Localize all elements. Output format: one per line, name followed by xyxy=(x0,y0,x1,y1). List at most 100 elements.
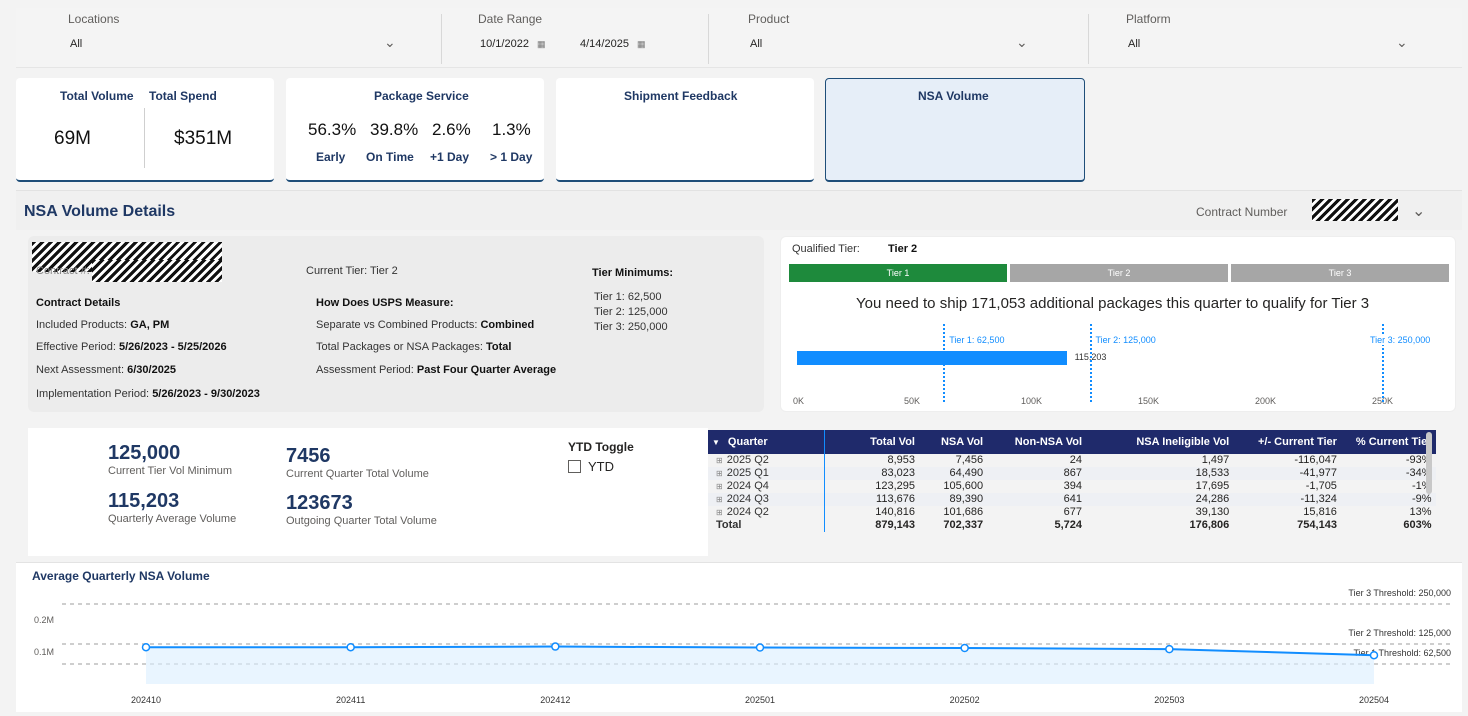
axis-tick-label: 100K xyxy=(1021,396,1043,406)
over-one-day-pct: 1.3% xyxy=(492,120,531,139)
table-row[interactable]: ⊞ 2024 Q4 123,295 105,600 394 17,695 -1,705 -1… xyxy=(708,480,1436,493)
current-tier-min-value: 125,000 xyxy=(108,442,181,464)
included-products-row: Included Products: GA, PM xyxy=(36,319,170,331)
end-date-value: 4/14/2025 xyxy=(580,38,629,50)
date-range-label: Date Range xyxy=(478,12,543,26)
table-row[interactable]: ⊞ 2024 Q2 140,816 101,686 677 39,130 15,816 13… xyxy=(708,506,1436,519)
table-total-row: Total 879,143 702,337 5,724 176,806 754,143 6… xyxy=(708,519,1436,532)
shipment-feedback-label: Shipment Feedback xyxy=(624,89,738,103)
separate-combined-row: Separate vs Combined Products: Combined xyxy=(316,319,535,331)
locations-value: All xyxy=(70,38,83,50)
progress-bar xyxy=(797,351,1067,365)
redacted-contract-number[interactable] xyxy=(1312,199,1398,221)
nsa-volume-card[interactable]: NSA Volume xyxy=(825,78,1085,182)
implementation-period-row: Implementation Period: 5/26/2023 - 9/30/… xyxy=(36,388,260,400)
early-label: Early xyxy=(316,150,346,164)
divider xyxy=(708,14,709,64)
start-date-input[interactable]: 10/1/2022 ▦ xyxy=(480,38,545,50)
start-date-value: 10/1/2022 xyxy=(480,38,529,50)
ytd-checkbox-label[interactable]: YTD xyxy=(588,459,614,474)
calendar-icon[interactable]: ▦ xyxy=(537,39,546,49)
expand-icon[interactable]: ⊞ xyxy=(716,482,723,491)
column-header[interactable]: % Current Tier xyxy=(1340,430,1436,454)
column-header[interactable]: ▼ Quarter xyxy=(708,430,825,454)
locations-label: Locations xyxy=(68,12,120,26)
calendar-icon[interactable]: ▦ xyxy=(637,39,646,49)
table-row[interactable]: ⊞ 2025 Q1 83,023 64,490 867 18,533 -41,977 -34… xyxy=(708,467,1436,480)
tier-1-bar: Tier 1 xyxy=(789,264,1007,282)
over-one-day-label: > 1 Day xyxy=(490,150,533,164)
column-header[interactable]: +/- Current Tier xyxy=(1233,430,1341,454)
expand-icon[interactable]: ⊞ xyxy=(716,456,723,465)
expand-icon[interactable]: ⊞ xyxy=(716,469,723,478)
nsa-volume-chart-panel xyxy=(16,562,1462,712)
early-pct: 56.3% xyxy=(308,120,357,139)
package-service-card[interactable]: Package Service 56.3% 39.8% 2.6% 1.3% Ea… xyxy=(286,78,544,182)
redacted-contract-id xyxy=(92,260,222,282)
total-volume-label: Total Volume xyxy=(60,89,134,103)
shipment-feedback-card[interactable]: Shipment Feedback xyxy=(556,78,814,182)
assessment-period-row: Assessment Period: Past Four Quarter Ave… xyxy=(316,364,557,376)
plus-one-day-pct: 2.6% xyxy=(432,120,471,139)
date-range-filter[interactable]: Date Range 10/1/2022 ▦ 4/14/2025 ▦ xyxy=(478,8,678,68)
chevron-down-icon[interactable]: ⌄ xyxy=(1016,34,1028,51)
current-tier-min-label: Current Tier Vol Minimum xyxy=(108,465,233,477)
divider xyxy=(1088,14,1089,64)
measure-header: How Does USPS Measure: xyxy=(316,297,454,309)
column-header[interactable]: NSA Ineligible Vol xyxy=(1086,430,1234,454)
platform-label: Platform xyxy=(1126,12,1171,26)
outgoing-quarter-label: Outgoing Quarter Total Volume xyxy=(286,515,437,527)
axis-tick-label: 0K xyxy=(793,396,805,406)
quarter-table: ▼ Quarter Total Vol NSA Vol Non-NSA Vol N… xyxy=(708,430,1436,532)
section-title: NSA Volume Details xyxy=(24,203,176,220)
total-spend-value: $351M xyxy=(174,128,233,149)
volume-spend-card[interactable]: Total Volume Total Spend 69M $351M xyxy=(16,78,274,182)
threshold-line xyxy=(943,324,946,402)
contract-label: Contract #: xyxy=(36,265,90,277)
total-spend-label: Total Spend xyxy=(149,89,217,103)
qualified-tier-value: Tier 2 xyxy=(888,243,918,255)
quarterly-avg-label: Quarterly Average Volume xyxy=(108,513,237,525)
table-row[interactable]: ⊞ 2024 Q3 113,676 89,390 641 24,286 -11,324 -9… xyxy=(708,493,1436,506)
divider xyxy=(441,14,442,64)
effective-period-row: Effective Period: 5/26/2023 - 5/25/2026 xyxy=(36,341,227,353)
chevron-down-icon[interactable]: ⌄ xyxy=(1412,201,1425,221)
axis-tick-label: 150K xyxy=(1138,396,1160,406)
expand-icon[interactable]: ⊞ xyxy=(716,508,723,517)
tier-min-3: Tier 3: 250,000 xyxy=(594,321,668,333)
platform-value: All xyxy=(1128,38,1141,50)
column-header[interactable]: Total Vol xyxy=(824,430,919,454)
next-assessment-row: Next Assessment: 6/30/2025 xyxy=(36,364,177,376)
threshold-label: Tier 1: 62,500 xyxy=(947,335,1007,345)
total-nsa-packages-row: Total Packages or NSA Packages: Total xyxy=(316,341,512,353)
quarterly-avg-value: 115,203 xyxy=(108,490,180,512)
table-header-row: ▼ Quarter Total Vol NSA Vol Non-NSA Vol N… xyxy=(708,430,1436,454)
end-date-input[interactable]: 4/14/2025 ▦ xyxy=(580,38,645,50)
current-tier-row: Current Tier: Tier 2 xyxy=(306,265,398,277)
filter-bar: Locations All ⌄ Date Range 10/1/2022 ▦ 4/… xyxy=(16,8,1462,68)
product-filter[interactable]: Product All ⌄ xyxy=(748,8,1068,68)
current-quarter-label: Current Quarter Total Volume xyxy=(286,468,429,480)
total-volume-value: 69M xyxy=(54,128,91,149)
section-header: NSA Volume Details Contract Number ⌄ xyxy=(16,190,1462,230)
table-scrollbar[interactable] xyxy=(1426,432,1432,494)
plus-one-day-label: +1 Day xyxy=(430,150,470,164)
locations-filter[interactable]: Locations All ⌄ xyxy=(68,8,408,68)
expand-icon[interactable]: ⊞ xyxy=(716,495,723,504)
ytd-checkbox[interactable] xyxy=(568,460,581,473)
on-time-pct: 39.8% xyxy=(370,120,419,139)
contract-number-label: Contract Number xyxy=(1196,205,1288,219)
tier-3-bar: Tier 3 xyxy=(1231,264,1449,282)
contract-details-header: Contract Details xyxy=(36,297,121,309)
nsa-volume-label: NSA Volume xyxy=(918,89,989,103)
tier-progress-panel xyxy=(780,236,1456,412)
product-label: Product xyxy=(748,12,790,26)
column-header[interactable]: NSA Vol xyxy=(918,430,988,454)
chevron-down-icon[interactable]: ⌄ xyxy=(1396,34,1408,51)
table-row[interactable]: ⊞ 2025 Q2 8,953 7,456 24 1,497 -116,047 -93% xyxy=(708,454,1436,467)
current-quarter-value: 7456 xyxy=(286,445,331,467)
threshold-line xyxy=(1089,324,1092,402)
platform-filter[interactable]: Platform All ⌄ xyxy=(1126,8,1436,68)
column-header[interactable]: Non-NSA Vol xyxy=(987,430,1086,454)
chevron-down-icon[interactable]: ⌄ xyxy=(384,34,396,51)
